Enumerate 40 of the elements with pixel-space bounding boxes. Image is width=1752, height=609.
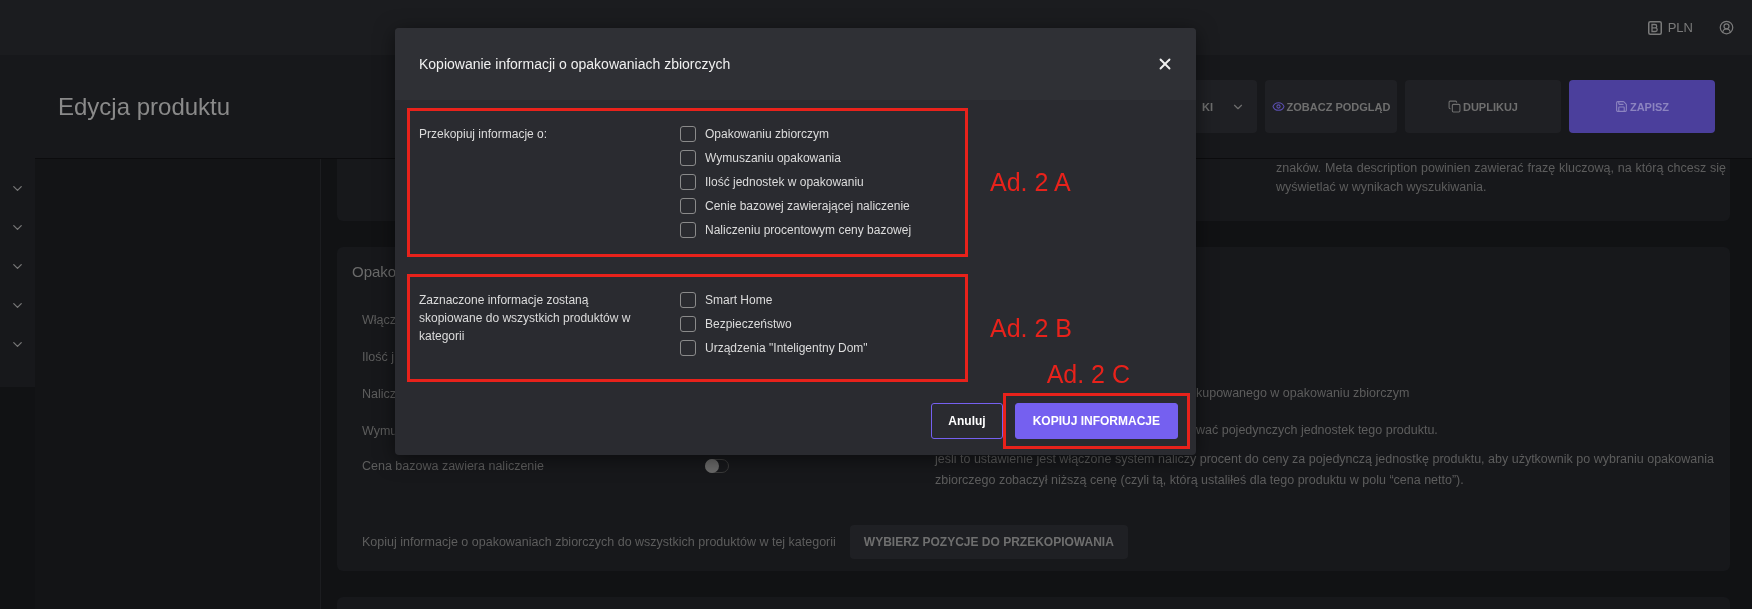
copy-icon — [1448, 100, 1461, 113]
checkbox[interactable] — [680, 174, 696, 190]
field-label: Włącz — [362, 312, 397, 327]
checkbox[interactable] — [680, 126, 696, 142]
card-title: Opako — [352, 263, 398, 280]
checkbox-option[interactable]: Opakowaniu zbiorczym — [680, 125, 956, 143]
section-label: Zaznaczone informacje zostaną skopiowane do wszystkich produktów w kategorii — [419, 292, 632, 345]
user-icon[interactable] — [1719, 20, 1734, 35]
checkbox[interactable] — [680, 316, 696, 332]
checkbox[interactable] — [680, 150, 696, 166]
page-title: Edycja produktu — [58, 92, 231, 121]
field-label: Nalicz — [362, 386, 397, 401]
field-description: kupowanego w opakowaniu zbiorczym — [1196, 385, 1410, 402]
checkbox-option[interactable]: Ilość jednostek w opakowaniu — [680, 173, 956, 191]
checkbox-option[interactable]: Naliczeniu procentowym ceny bazowej — [680, 221, 956, 239]
copy-description: Kopiuj informacje o opakowaniach zbiorczych do wszystkich produktów w tej kategorii — [362, 535, 836, 549]
help-text: znaków. Meta description powinien zawierać frazę kluczową, na którą chcesz się wyświetlać w wynikach wyszukiwania. — [1276, 160, 1726, 196]
annotation-label: Ad. 2 B — [990, 313, 1072, 343]
annotation-label: Ad. 2 A — [990, 168, 1071, 197]
field-description: wać pojedynczych jednostek tego produktu. — [1196, 422, 1438, 439]
checkbox-option[interactable]: Urządzenia "Inteligentny Dom" — [680, 339, 956, 357]
save-icon — [1614, 100, 1628, 113]
checkbox[interactable] — [680, 340, 696, 356]
copy-button[interactable]: KOPIUJ INFORMACJE — [1014, 403, 1178, 439]
checkbox-option[interactable]: Cenie bazowej zawierającej naliczenie — [680, 197, 956, 215]
currency-icon — [1647, 20, 1662, 35]
checkbox[interactable] — [680, 292, 696, 308]
field-label: Cena bazowa zawiera naliczenie — [362, 458, 545, 473]
field-label: Ilość j — [362, 349, 394, 364]
checkbox[interactable] — [680, 222, 696, 238]
annotation-label: Ad. 2 C — [1046, 360, 1130, 389]
checkbox-option[interactable]: Wymuszaniu opakowania — [680, 149, 956, 167]
checkbox[interactable] — [680, 198, 696, 214]
checkbox-option[interactable]: Smart Home — [680, 291, 956, 309]
eye-icon — [1271, 100, 1285, 113]
currency-label[interactable]: PLN — [1667, 20, 1693, 35]
checkbox-option[interactable]: Bezpieczeństwo — [680, 315, 956, 333]
cancel-button[interactable]: Anuluj — [931, 403, 1003, 439]
dialog-title: Kopiowanie informacji o opakowaniach zbiorczych — [419, 56, 731, 72]
section-label: Przekopiuj informacje o: — [419, 126, 549, 143]
